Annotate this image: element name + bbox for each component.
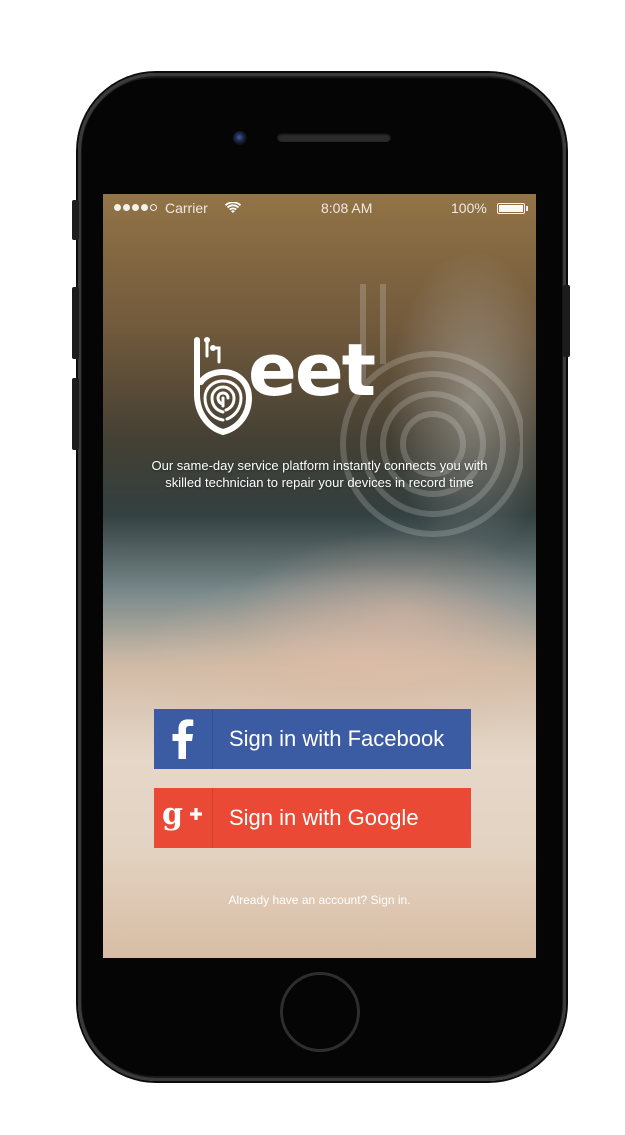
google-plus-icon: g — [162, 800, 202, 832]
earpiece-speaker — [277, 133, 391, 142]
status-bar: Carrier 8:08 AM 100% — [103, 194, 536, 224]
signal-strength-icon — [114, 204, 157, 211]
clock: 8:08 AM — [321, 200, 373, 216]
home-button — [280, 972, 360, 1052]
app-logo-text: eet — [248, 328, 376, 412]
tagline: Our same-day service platform instantly … — [103, 457, 536, 491]
power-button — [563, 285, 570, 357]
google-button-label: Sign in with Google — [229, 805, 419, 830]
tagline-line-1: Our same-day service platform instantly … — [151, 458, 488, 473]
sign-in-facebook-button[interactable]: Sign in with Facebook — [154, 709, 471, 769]
battery-icon — [497, 203, 525, 214]
facebook-f-icon — [172, 719, 194, 759]
svg-text:g: g — [162, 800, 183, 832]
existing-account-sign-in-link[interactable]: Already have an account? Sign in. — [103, 893, 536, 907]
volume-up-button — [72, 287, 79, 359]
tagline-line-2: skilled technician to repair your device… — [165, 475, 474, 490]
carrier-label: Carrier — [165, 200, 208, 216]
battery-percentage: 100% — [451, 200, 487, 216]
facebook-button-label: Sign in with Facebook — [229, 726, 445, 751]
wifi-icon — [225, 202, 241, 213]
volume-down-button — [72, 378, 79, 450]
background-fingerprint-icon — [340, 284, 523, 537]
fingerprint-b-icon — [194, 337, 253, 436]
app-screen: Carrier 8:08 AM 100% eet Our same-day se… — [103, 194, 536, 958]
front-camera — [233, 131, 247, 145]
mute-switch — [72, 200, 79, 240]
sign-in-google-button[interactable]: g Sign in with Google — [154, 788, 471, 848]
